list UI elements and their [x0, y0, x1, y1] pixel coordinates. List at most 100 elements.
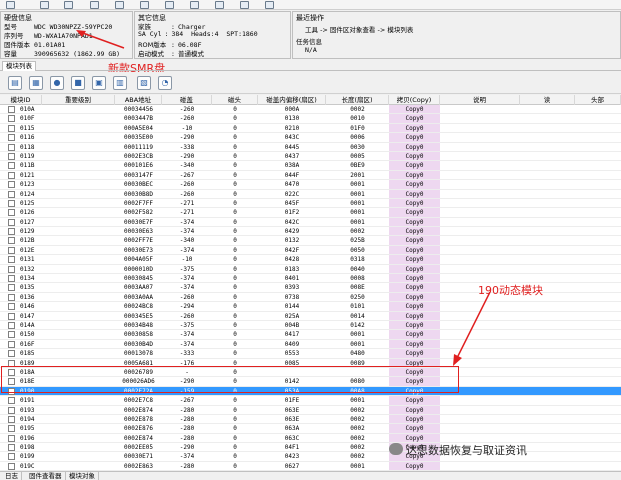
table-row[interactable]: 012B 0002FF7E -340 0 0132 025B Copy0 — [0, 236, 621, 246]
column-header[interactable]: 重要级别 — [42, 95, 115, 105]
import-icon[interactable] — [115, 1, 124, 9]
table-row[interactable]: 0129 00030E63 -374 0 0429 0002 Copy0 — [0, 227, 621, 237]
table-row[interactable]: 0195 0002E876 -280 0 063A 0002 Copy0 — [0, 424, 621, 434]
table-row[interactable]: 0126 0002F582 -271 0 01F2 0001 Copy0 — [0, 208, 621, 218]
row-checkbox[interactable] — [8, 453, 15, 461]
table-row[interactable]: 0146 00024BC8 -294 0 0144 0101 Copy0 — [0, 302, 621, 312]
write-icon[interactable]: ▦ — [29, 76, 43, 90]
row-checkbox[interactable] — [8, 106, 15, 113]
row-checkbox[interactable] — [8, 265, 15, 273]
row-checkbox[interactable] — [8, 143, 15, 151]
table-row[interactable]: 0193 0002E874 -280 0 063E 0002 Copy0 — [0, 406, 621, 415]
stop-icon[interactable]: ■ — [71, 76, 85, 90]
save-icon[interactable] — [165, 1, 174, 9]
chart-icon[interactable]: ◔ — [158, 76, 172, 90]
record-icon[interactable]: ● — [50, 76, 64, 90]
row-checkbox[interactable] — [8, 406, 15, 414]
check-icon[interactable] — [265, 1, 274, 9]
tool-icon[interactable] — [40, 1, 49, 9]
row-checkbox[interactable] — [8, 284, 15, 292]
table-row[interactable]: 010F 0003447B -260 0 0130 0010 Copy0 — [0, 114, 621, 124]
row-checkbox[interactable] — [8, 340, 15, 348]
table-row[interactable]: 012E 00030E73 -374 0 042F 0050 Copy0 — [0, 246, 621, 256]
bottom-tab[interactable]: 模块对象 — [66, 472, 99, 480]
refresh-icon[interactable] — [140, 1, 149, 9]
row-checkbox[interactable] — [8, 321, 15, 329]
row-checkbox[interactable] — [8, 190, 15, 198]
table-row[interactable]: 010A 00034456 -260 0 000A 0002 Copy0 — [0, 105, 621, 115]
column-header[interactable]: 长度(扇区) — [326, 95, 389, 105]
column-header[interactable]: 模块ID — [0, 95, 42, 105]
table-row[interactable]: 0124 00030B8D -260 0 022C 0001 Copy0 — [0, 190, 621, 199]
table-row[interactable]: 0115 000A5E04 -10 0 0210 01F0 Copy0 — [0, 124, 621, 134]
table-row[interactable]: 0191 0002E7C8 -267 0 01FE 0001 Copy0 — [0, 396, 621, 406]
row-checkbox[interactable] — [8, 293, 15, 301]
row-checkbox[interactable] — [8, 425, 15, 433]
row-checkbox[interactable] — [8, 434, 15, 442]
column-header[interactable]: 拷贝(Copy) — [389, 95, 440, 105]
column-header[interactable]: 头部 — [575, 95, 621, 105]
settings-icon[interactable] — [190, 1, 199, 9]
row-checkbox[interactable] — [8, 397, 15, 405]
column-header[interactable]: 说明 — [440, 95, 520, 105]
column-header[interactable]: 碰盖内偏移(扇区) — [258, 95, 326, 105]
table-row[interactable]: 0198 0002EE05 -290 0 04F1 0002 Copy0 — [0, 443, 621, 453]
row-checkbox[interactable] — [8, 312, 15, 320]
row-checkbox[interactable] — [8, 228, 15, 236]
bottom-tab[interactable]: 固件查看器 — [26, 472, 66, 480]
table-row[interactable]: 011B 000101E6 -340 0 038A 0BE9 Copy0 — [0, 161, 621, 171]
row-checkbox[interactable] — [8, 152, 15, 160]
row-checkbox[interactable] — [8, 275, 15, 283]
folder-icon[interactable]: ▣ — [92, 76, 106, 90]
row-checkbox[interactable] — [8, 444, 15, 452]
table-row[interactable]: 0123 00030BEC -260 0 0470 0001 Copy0 — [0, 180, 621, 190]
row-checkbox[interactable] — [8, 115, 15, 123]
row-checkbox[interactable] — [8, 256, 15, 264]
row-checkbox[interactable] — [8, 303, 15, 311]
row-checkbox[interactable] — [8, 218, 15, 226]
column-header[interactable]: 读 — [520, 95, 575, 105]
tab-module-list[interactable]: 模块列表 — [2, 61, 36, 71]
image-icon[interactable]: ▧ — [137, 76, 151, 90]
table-row[interactable]: 0119 0002E3CB -290 0 0437 0005 Copy0 — [0, 152, 621, 162]
table-row[interactable]: 0185 00013078 -333 0 0553 0480 Copy0 — [0, 349, 621, 359]
table-row[interactable]: 0131 0004A05F -10 0 0428 0318 Copy0 — [0, 255, 621, 265]
table-row[interactable]: 0199 00030E71 -374 0 0423 0002 Copy0 — [0, 452, 621, 462]
table-row[interactable]: 0150 00030858 -374 0 0417 0001 Copy0 — [0, 330, 621, 340]
row-checkbox[interactable] — [8, 462, 15, 470]
table-row[interactable]: 019C 0002E863 -280 0 0627 0001 Copy0 — [0, 462, 621, 471]
row-checkbox[interactable] — [8, 331, 15, 339]
table-row[interactable]: 016F 00030B4D -374 0 0409 0001 Copy0 — [0, 340, 621, 350]
table-row[interactable]: 0194 0002E878 -280 0 063E 0002 Copy0 — [0, 415, 621, 425]
table-row[interactable]: 0118 00011119 -338 0 0445 0030 Copy0 — [0, 143, 621, 152]
row-checkbox[interactable] — [8, 199, 15, 207]
table-row[interactable]: 0147 000345E5 -260 0 025A 0014 Copy0 — [0, 312, 621, 321]
export-icon[interactable] — [90, 1, 99, 9]
row-checkbox[interactable] — [8, 246, 15, 254]
column-header[interactable]: 碰盖 — [162, 95, 212, 105]
disk-icon[interactable] — [6, 1, 15, 9]
bottom-tab[interactable]: 日志 — [2, 472, 22, 480]
row-checkbox[interactable] — [8, 162, 15, 170]
row-checkbox[interactable] — [8, 209, 15, 217]
row-checkbox[interactable] — [8, 124, 15, 132]
table-row[interactable]: 0121 0003147F -267 0 044F 2001 Copy0 — [0, 171, 621, 181]
play-icon[interactable] — [215, 1, 224, 9]
table-row[interactable]: 0116 00035E00 -290 0 043C 0006 Copy0 — [0, 133, 621, 143]
row-checkbox[interactable] — [8, 171, 15, 179]
chip-icon[interactable] — [64, 1, 73, 9]
table-row[interactable]: 0132 0000010D -375 0 0183 0040 Copy0 — [0, 265, 621, 275]
table-row[interactable]: 0196 0002E874 -280 0 063C 0002 Copy0 — [0, 434, 621, 444]
row-checkbox[interactable] — [8, 415, 15, 423]
table-row[interactable]: 0127 00030E7F -374 0 042C 0001 Copy0 — [0, 218, 621, 228]
row-checkbox[interactable] — [8, 134, 15, 142]
row-checkbox[interactable] — [8, 237, 15, 245]
grid-icon[interactable]: ▥ — [113, 76, 127, 90]
stop-icon[interactable] — [240, 1, 249, 9]
row-checkbox[interactable] — [8, 181, 15, 189]
row-checkbox[interactable] — [8, 350, 15, 358]
column-header[interactable]: ABA地址 — [115, 95, 162, 105]
table-row[interactable]: 0125 0002F7FF -271 0 045F 0001 Copy0 — [0, 199, 621, 209]
read-icon[interactable]: ▤ — [8, 76, 22, 90]
table-row[interactable]: 014A 00034B48 -375 0 004B 0142 Copy0 — [0, 321, 621, 331]
